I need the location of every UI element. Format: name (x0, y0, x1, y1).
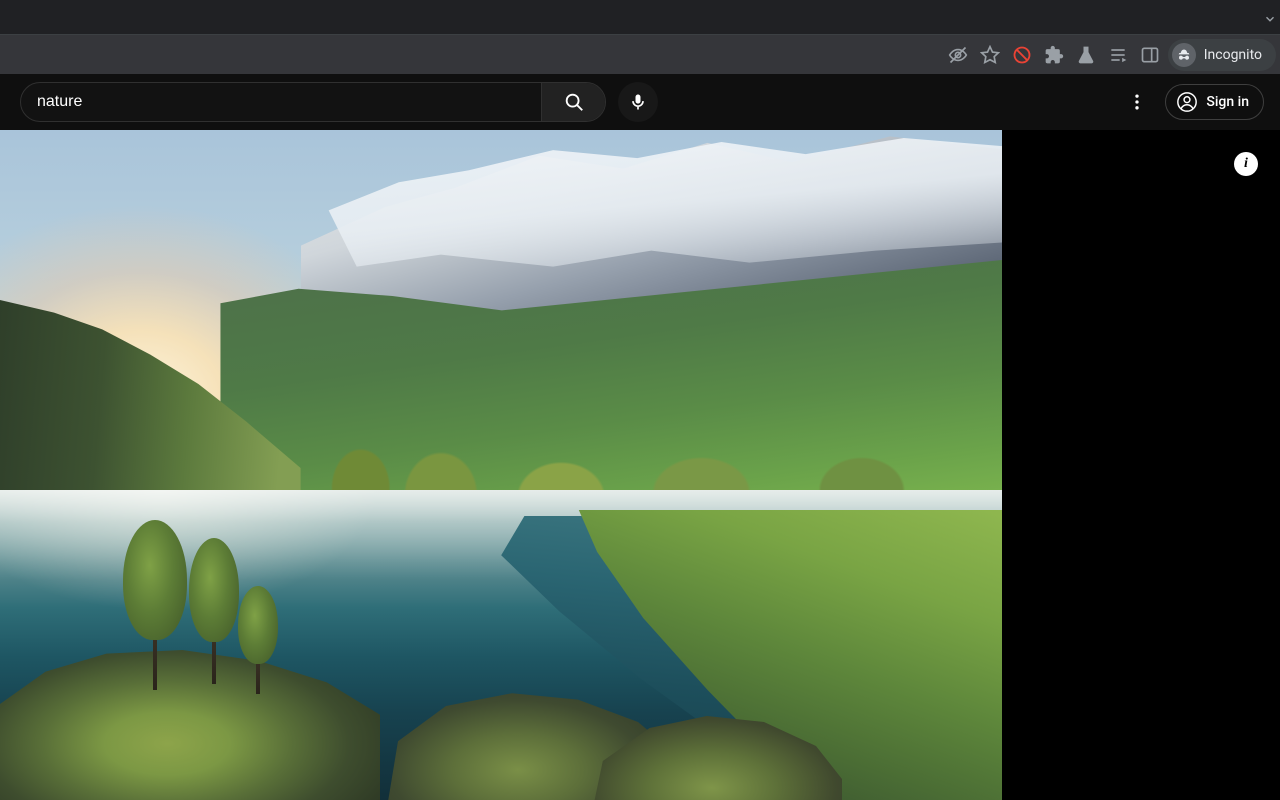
blocked-extension-icon[interactable] (1012, 45, 1032, 65)
signin-label: Sign in (1206, 94, 1249, 110)
search-input[interactable] (21, 83, 541, 121)
browser-toolbar: Incognito (0, 34, 1280, 74)
user-icon (1176, 91, 1198, 113)
browser-tab-strip (0, 0, 1280, 34)
extensions-puzzle-icon[interactable] (1044, 45, 1064, 65)
settings-menu-button[interactable] (1117, 82, 1157, 122)
youtube-masthead: Sign in (0, 74, 1280, 130)
voice-search-button[interactable] (618, 82, 658, 122)
labs-flask-icon[interactable] (1076, 45, 1096, 65)
search-box (20, 82, 606, 122)
incognito-indicator[interactable]: Incognito (1168, 39, 1276, 71)
masthead-right: Sign in (1117, 74, 1264, 130)
tracking-blocked-icon[interactable] (948, 45, 968, 65)
side-panel-icon[interactable] (1140, 45, 1160, 65)
tabs-dropdown-icon[interactable] (1263, 12, 1277, 26)
info-icon: i (1244, 156, 1248, 172)
search-button[interactable] (541, 83, 605, 121)
video-info-button[interactable]: i (1234, 152, 1258, 176)
incognito-icon (1172, 43, 1196, 67)
media-control-icon[interactable] (1108, 45, 1128, 65)
toolbar-icon-group (948, 45, 1160, 65)
bookmark-star-icon[interactable] (980, 45, 1000, 65)
video-still-image (0, 130, 1002, 800)
video-player[interactable] (0, 130, 1002, 800)
search-icon (563, 91, 585, 113)
incognito-label: Incognito (1204, 47, 1262, 63)
more-vert-icon (1127, 92, 1147, 112)
signin-button[interactable]: Sign in (1165, 84, 1264, 120)
microphone-icon (628, 92, 648, 112)
content-area: i (0, 130, 1280, 800)
search-box-wrapper (20, 82, 658, 122)
